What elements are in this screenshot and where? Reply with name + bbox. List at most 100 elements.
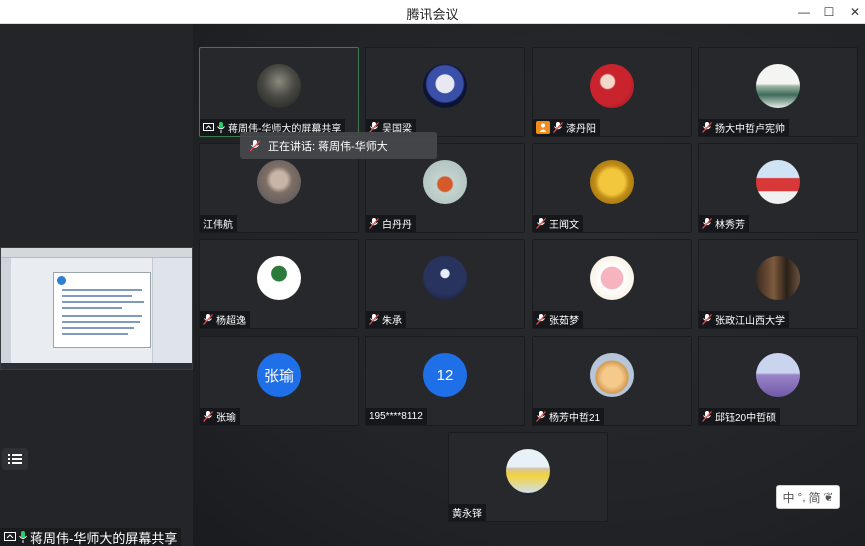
avatar: [756, 353, 800, 397]
participant-tile[interactable]: 张茹梦: [532, 239, 692, 329]
participant-name-label: 张瑜: [200, 408, 240, 425]
avatar: [590, 256, 634, 300]
screen-share-icon: [203, 123, 214, 131]
avatar: [590, 160, 634, 204]
avatar: [257, 160, 301, 204]
avatar-text: 12: [436, 366, 454, 384]
participant-tile[interactable]: 杨超逸: [199, 239, 359, 329]
participant-name: 江伟航: [203, 220, 233, 231]
mic-on-icon: [217, 122, 225, 133]
participant-tile[interactable]: 吴国梁: [365, 47, 525, 137]
participant-tile[interactable]: 林秀芳: [698, 143, 858, 233]
participant-name: 张茹梦: [549, 316, 579, 327]
avatar: [590, 353, 634, 397]
avatar: [423, 160, 467, 204]
participant-tile[interactable]: 扬大中哲卢宪帅: [698, 47, 858, 137]
participant-name: 张政江山西大学: [715, 316, 785, 327]
avatar: 12: [423, 353, 467, 397]
participant-tile[interactable]: 漆丹阳: [532, 47, 692, 137]
participant-name-label: 扬大中哲卢宪帅: [699, 119, 789, 136]
share-source-name: 蒋周伟-华师大的屏幕共享: [30, 530, 178, 546]
window-title: 腾讯会议: [406, 7, 459, 22]
avatar: [590, 64, 634, 108]
participant-tile[interactable]: 朱承: [365, 239, 525, 329]
list-icon: [8, 454, 22, 464]
mic-muted-icon: [702, 218, 712, 229]
participant-name-label: 朱承: [366, 311, 406, 328]
participant-tile[interactable]: 12 195****8112: [365, 336, 525, 426]
participant-name-label: 黄永铎: [449, 504, 486, 521]
ime-lang[interactable]: 中: [782, 489, 794, 506]
avatar: [257, 64, 301, 108]
mic-muted-icon: [536, 411, 546, 422]
slide-bullet-icon: [57, 276, 66, 285]
mic-muted-icon: [702, 314, 712, 325]
close-button[interactable]: ✕: [840, 0, 865, 24]
speaking-toast-text: 正在讲话: 蒋周伟-华师大: [268, 140, 388, 153]
participant-name-label: 林秀芳: [699, 215, 749, 232]
avatar-text: 张瑜: [263, 367, 294, 385]
participant-name-label: 杨芳中哲21: [533, 408, 605, 425]
avatar: [506, 449, 550, 493]
participant-name: 杨芳中哲21: [549, 413, 601, 424]
participant-name: 漆丹阳: [566, 124, 596, 135]
video-grid: 蒋周伟-华师大的屏幕共享 吴国梁漆丹阳 扬大中哲卢宪帅江伟航 白丹丹 王闻文 林秀芳杨超逸…: [193, 24, 865, 546]
participant-name: 林秀芳: [715, 220, 745, 231]
member-list-button[interactable]: [2, 448, 28, 470]
participant-tile[interactable]: 蒋周伟-华师大的屏幕共享: [199, 47, 359, 137]
participant-name: 195****8112: [369, 411, 423, 422]
participant-name: 王闻文: [549, 220, 579, 231]
mic-muted-icon: [203, 411, 213, 422]
participant-name-label: 杨超逸: [200, 311, 250, 328]
avatar: 张瑜: [257, 353, 301, 397]
mic-muted-icon: [536, 218, 546, 229]
participant-name-label: 江伟航: [200, 215, 237, 232]
participant-tile[interactable]: 张政江山西大学: [698, 239, 858, 329]
participant-name-label: 张茹梦: [533, 311, 583, 328]
ime-skin-icon[interactable]: ❦: [823, 490, 833, 504]
participant-tile[interactable]: 杨芳中哲21: [532, 336, 692, 426]
share-source-label: 蒋周伟-华师大的屏幕共享: [0, 528, 182, 546]
participant-tile[interactable]: 王闻文: [532, 143, 692, 233]
avatar: [257, 256, 301, 300]
ime-toolbar[interactable]: 中 °, 简 ❦: [776, 485, 840, 509]
avatar: [756, 160, 800, 204]
title-bar: 腾讯会议 — ☐ ✕: [0, 0, 865, 24]
participant-name: 白丹丹: [382, 220, 412, 231]
shared-app-sidebar: [1, 258, 11, 363]
ime-mode[interactable]: 简: [809, 489, 821, 506]
mic-muted-icon: [702, 122, 712, 133]
shared-app-ribbon: [1, 248, 192, 258]
left-panel: [0, 24, 193, 546]
participant-name: 杨超逸: [216, 316, 246, 327]
mic-on-icon: [19, 531, 27, 543]
participant-name: 张瑜: [216, 413, 236, 424]
shared-slide: [53, 272, 151, 348]
shared-app-pane: [152, 258, 192, 363]
screen-share-icon: [4, 532, 16, 541]
mic-muted-icon: [702, 411, 712, 422]
participant-name: 邱钰20中哲硕: [715, 413, 777, 424]
mic-muted-icon: [250, 139, 260, 151]
mic-muted-icon: [203, 314, 213, 325]
participant-name: 扬大中哲卢宪帅: [715, 124, 785, 135]
shared-taskbar: [1, 363, 192, 369]
screen-share-preview[interactable]: [0, 247, 193, 370]
participant-name: 黄永铎: [452, 509, 482, 520]
mic-muted-icon: [369, 314, 379, 325]
speaking-toast: 正在讲话: 蒋周伟-华师大: [240, 132, 437, 159]
avatar: [423, 64, 467, 108]
participant-name: 朱承: [382, 316, 402, 327]
participant-tile[interactable]: 邱钰20中哲硕: [698, 336, 858, 426]
ime-punct[interactable]: °,: [797, 490, 805, 504]
participant-tile[interactable]: 张瑜 张瑜: [199, 336, 359, 426]
avatar: [423, 256, 467, 300]
avatar: [756, 64, 800, 108]
participant-name-label: 漆丹阳: [533, 119, 600, 136]
participant-tile[interactable]: 黄永铎: [448, 432, 608, 522]
avatar: [756, 256, 800, 300]
participant-name-label: 白丹丹: [366, 215, 416, 232]
participant-name-label: 195****8112: [366, 408, 427, 425]
participant-name-label: 邱钰20中哲硕: [699, 408, 781, 425]
mic-muted-icon: [553, 122, 563, 133]
